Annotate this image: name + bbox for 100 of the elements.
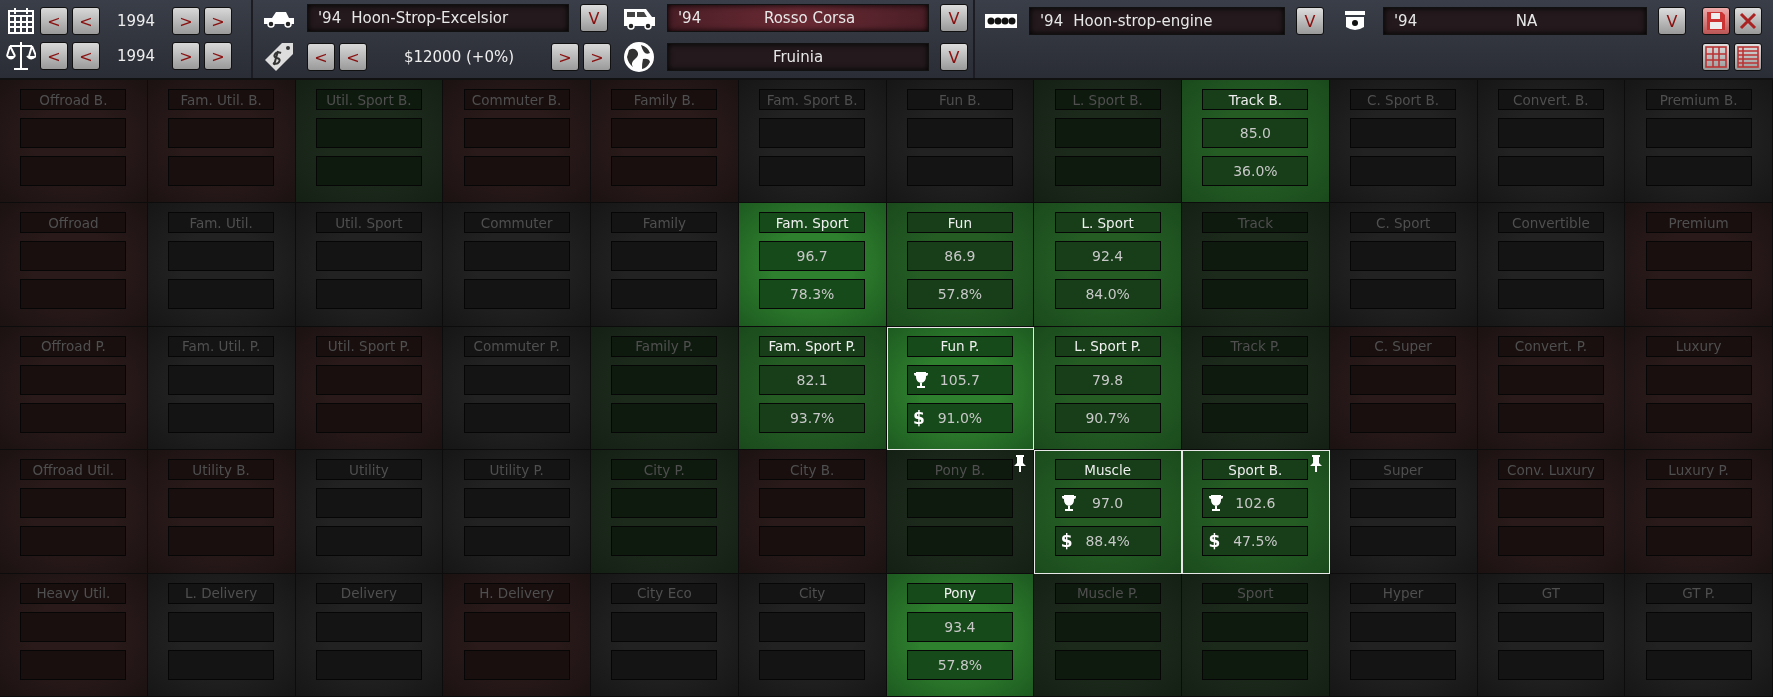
previous-button[interactable]: < [72,42,100,70]
segment-label[interactable]: L. Sport P. [1054,335,1161,357]
segment-label[interactable]: Pony B. [906,459,1013,481]
share-value: 57.8% [937,656,983,673]
segment-label[interactable]: Commuter B. [463,89,570,110]
segment-label[interactable]: Super [1350,459,1457,481]
previous-button[interactable]: < [72,7,100,35]
price-label: $12000 (+0%) [402,48,516,66]
segment-label[interactable]: Offroad P. [20,335,127,357]
segment-label[interactable]: Family B. [611,89,718,110]
segment-label[interactable]: Family P. [611,335,718,357]
segment-label[interactable]: Utility P. [463,459,570,481]
next-button[interactable]: > [204,7,232,35]
scales-icon [6,40,36,72]
dropdown-button[interactable]: V [1658,7,1686,35]
segment-label[interactable]: Fun [906,212,1013,234]
dropdown-field[interactable]: '94 Hoon-Strop-Excelsior [307,4,569,32]
segment-label[interactable]: Sport B. [1202,459,1309,481]
segment-label[interactable]: Utility B. [168,459,275,481]
next-button[interactable]: > [172,7,200,35]
segment-label[interactable]: Premium [1645,212,1752,234]
segment-label[interactable]: GT [1497,582,1604,604]
share-value: 93.7% [789,409,835,426]
segment-label[interactable]: C. Sport [1350,212,1457,234]
previous-button[interactable]: < [307,43,335,71]
previous-button[interactable]: < [40,42,68,70]
selected-segment-card[interactable]: Fun P. 105.7 $ 91.0% [886,326,1035,451]
segment-label[interactable]: Fam. Sport B. [759,89,866,110]
segment-label[interactable]: Offroad B. [20,89,127,110]
segment-label[interactable]: Muscle P. [1054,582,1161,604]
selected-segment-card[interactable]: Muscle 97.0 $ 88.4% [1034,450,1182,574]
dropdown-field[interactable]: '94 NA [1383,7,1647,35]
segment-label[interactable]: Util. Sport P. [315,335,422,357]
segment-label[interactable]: Convert. B. [1497,89,1604,110]
segment-label[interactable]: Luxury [1645,335,1752,357]
segment-label[interactable]: Pony [906,582,1013,604]
dollar-icon: $ [1208,531,1221,552]
segment-label[interactable]: Offroad Util. [20,459,127,481]
segment-label[interactable]: Track P. [1202,335,1309,357]
selected-segment-card[interactable]: Sport B. 102.6 $ 47.5% [1182,450,1330,574]
pin-icon[interactable] [1013,454,1028,473]
segment-label[interactable]: L. Sport B. [1054,89,1161,110]
segment-label[interactable]: Hyper [1350,582,1457,604]
segment-label[interactable]: Fam. Util. P. [168,335,275,357]
segment-label[interactable]: City Eco [611,582,718,604]
segment-label[interactable]: Fun P. [906,335,1013,357]
segment-label[interactable]: Commuter [463,212,570,234]
dropdown-field[interactable]: Fruinia [667,43,929,71]
segment-label[interactable]: Fam. Util. B. [168,89,275,110]
segment-label[interactable]: H. Delivery [463,582,570,604]
dropdown-field[interactable]: '94 Hoon-strop-engine [1029,7,1285,35]
segment-label[interactable]: L. Delivery [168,582,275,604]
segment-label[interactable]: Util. Sport [315,212,422,234]
next-button[interactable]: > [172,42,200,70]
segment-label[interactable]: Delivery [315,582,422,604]
segment-label[interactable]: Convert. P. [1497,335,1604,357]
segment-label[interactable]: Utility [315,459,422,481]
segment-label[interactable]: C. Super [1350,335,1457,357]
segment-label[interactable]: Fam. Util. [168,212,275,234]
next-button[interactable]: > [204,42,232,70]
segment-label[interactable]: GT P. [1645,582,1752,604]
dropdown-button[interactable]: V [940,4,968,32]
save-button[interactable] [1702,7,1730,35]
segment-label[interactable]: Util. Sport B. [315,89,422,110]
segment-label[interactable]: Heavy Util. [20,582,127,604]
segment-label[interactable]: Muscle [1054,459,1161,481]
dropdown-button[interactable]: V [1296,7,1324,35]
segment-label[interactable]: Convertible [1497,212,1604,234]
segment-label[interactable]: Conv. Luxury [1497,459,1604,481]
segment-label[interactable]: Premium B. [1645,89,1752,110]
segment-label[interactable]: Sport [1202,582,1309,604]
close-button[interactable] [1734,7,1762,35]
next-button[interactable]: > [583,43,611,71]
score-value: 96.7 [796,248,828,265]
grid-icon [1704,45,1728,69]
list-view-button[interactable] [1734,43,1762,71]
segment-label[interactable]: Luxury P. [1645,459,1752,481]
grid-view-button[interactable] [1702,43,1730,71]
segment-label[interactable]: C. Sport B. [1350,89,1457,110]
segment-label[interactable]: Fun B. [906,89,1013,110]
close-icon [1737,10,1759,32]
segment-label[interactable]: Family [611,212,718,234]
previous-button[interactable]: < [339,43,367,71]
segment-label[interactable]: Track B. [1202,89,1309,110]
segment-label[interactable]: Fam. Sport P. [759,335,866,357]
segment-label[interactable]: Track [1202,212,1309,234]
dropdown-button[interactable]: V [580,4,608,32]
segment-label[interactable]: Fam. Sport [759,212,866,234]
segment-label[interactable]: L. Sport [1054,212,1161,234]
next-button[interactable]: > [551,43,579,71]
previous-button[interactable]: < [40,7,68,35]
segment-label[interactable]: City B. [759,459,866,481]
pin-icon[interactable] [1308,454,1323,473]
segment-label[interactable]: City [759,582,866,604]
segment-label[interactable]: Offroad [20,212,127,234]
score-value: 82.1 [796,371,828,388]
segment-label[interactable]: City P. [611,459,718,481]
dropdown-field[interactable]: '94 Rosso Corsa [667,4,929,32]
dropdown-button[interactable]: V [940,43,968,71]
segment-label[interactable]: Commuter P. [463,335,570,357]
